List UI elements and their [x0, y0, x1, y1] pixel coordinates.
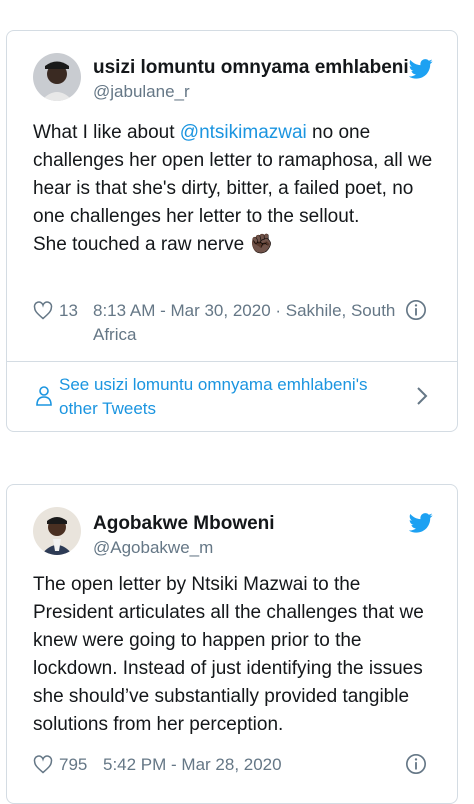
tweet-text-prefix: What I like about [33, 122, 180, 143]
divider [7, 361, 457, 362]
heart-icon[interactable] [33, 301, 53, 321]
heart-icon[interactable] [33, 755, 53, 775]
mention-link[interactable]: @ntsikimazwai [180, 122, 307, 143]
timestamp[interactable]: 5:42 PM - Mar 28, 2020 [103, 753, 413, 777]
chevron-right-icon[interactable] [415, 385, 429, 407]
person-icon [36, 386, 52, 406]
twitter-bird-icon[interactable] [409, 59, 433, 79]
author-name[interactable]: Agobakwe Mboweni [93, 513, 275, 535]
info-icon[interactable] [405, 753, 427, 775]
author-handle[interactable]: @Agobakwe_m [93, 538, 213, 558]
tweet-card-2: Agobakwe Mboweni @Agobakwe_m The open le… [6, 484, 458, 804]
tweet-text: The open letter by Ntsiki Mazwai to the … [33, 574, 424, 735]
twitter-bird-icon[interactable] [409, 513, 433, 533]
tweet-card-1: usizi lomuntu omnyama emhlabeni @jabulan… [6, 30, 458, 432]
raised-fist-emoji: ✊🏿 [249, 234, 274, 255]
avatar[interactable] [33, 53, 81, 101]
author-name[interactable]: usizi lomuntu omnyama emhlabeni [93, 57, 409, 79]
like-count[interactable]: 13 [59, 299, 78, 323]
timestamp-location[interactable]: 8:13 AM - Mar 30, 2020 · Sakhile, South … [93, 299, 403, 347]
author-handle[interactable]: @jabulane_r [93, 82, 190, 102]
avatar[interactable] [33, 507, 81, 555]
like-count[interactable]: 795 [59, 753, 87, 777]
tweet-text-line2: She touched a raw nerve [33, 234, 245, 255]
info-icon[interactable] [405, 299, 427, 321]
see-more-label[interactable]: See usizi lomuntu omnyama emhlabeni's ot… [59, 373, 399, 421]
tweet-text: What I like about @ntsikimazwai no one c… [33, 119, 443, 259]
see-more-tweets-link[interactable]: See usizi lomuntu omnyama emhlabeni's ot… [31, 371, 447, 421]
